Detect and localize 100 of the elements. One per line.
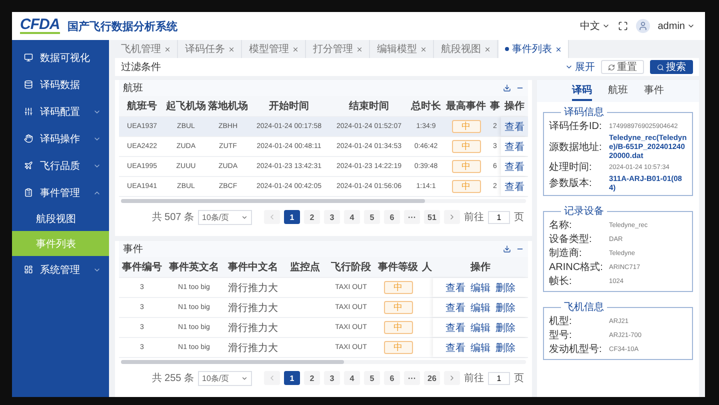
page-button[interactable]: 3 [324,210,340,224]
action-link[interactable]: 查看 [504,140,524,154]
detail-tab[interactable]: 航班 [608,81,628,101]
chevron-right-icon [448,374,456,382]
action-link[interactable]: 删除 [496,320,516,334]
page-button[interactable]: 2 [304,371,320,385]
page-button[interactable]: 2 [304,210,320,224]
close-icon[interactable] [292,46,299,52]
monitor-icon [24,53,33,62]
action-link[interactable]: 查看 [504,160,524,174]
sliders-icon [24,107,33,116]
reset-button[interactable]: 重置 [601,60,644,74]
chevron-left-icon [268,374,276,382]
page-button[interactable]: ··· [404,371,420,385]
page-size-select[interactable]: 10条/页 [198,370,252,386]
hand-icon [24,134,33,143]
column-header: 操作 [469,260,492,274]
field-label: 名称: [549,219,573,232]
page-button[interactable]: 3 [324,371,340,385]
column-header: 事件编号 [121,260,163,274]
column-header: 事件英文名 [168,260,220,274]
level-badge: 中 [384,301,412,314]
chevron-down-icon [565,63,573,71]
app-title: 国产飞行数据分析系统 [68,20,178,34]
filter-title: 过滤条件 [121,60,161,74]
page-button[interactable]: 6 [384,371,400,385]
page-button[interactable]: ··· [404,210,420,224]
action-link[interactable]: 编辑 [470,280,490,294]
user-dropdown[interactable]: admin [658,20,695,32]
sidebar-item[interactable]: 译码配置 [12,98,109,125]
sidebar-item[interactable]: 系统管理 [12,256,109,283]
action-link[interactable]: 查看 [504,180,524,194]
search-icon [657,64,664,70]
field-label: 发动机型号: [549,342,603,356]
close-icon[interactable] [555,46,562,52]
chevron-down-icon [602,22,610,30]
close-icon[interactable] [420,46,427,52]
table-cell-text: 滑行推力大 [227,302,279,314]
action-link[interactable]: 删除 [496,280,516,294]
page-button[interactable]: 1 [284,210,300,224]
action-link[interactable]: 删除 [496,300,516,314]
goto-page-input[interactable]: 1 [488,372,510,384]
field-label: 制造商: [549,246,583,260]
field-label: 机型: [549,314,573,328]
page-button[interactable]: 1 [284,371,300,385]
page-button[interactable]: 4 [344,210,360,224]
close-icon[interactable] [356,46,363,52]
download-icon[interactable] [503,245,511,253]
action-link[interactable]: 删除 [496,340,516,354]
horizontal-scrollbar[interactable] [121,199,526,203]
column-header: 最高事件 [445,99,487,113]
panel-title: 事件 [123,242,143,256]
sidebar-item[interactable]: 事件管理 [12,179,109,206]
action-link[interactable]: 查看 [504,120,524,134]
field-label: 源数据地址: [549,140,603,154]
sidebar-subitem[interactable]: 航段视图 [12,206,109,231]
download-icon[interactable] [503,84,511,92]
chevron-right-icon [448,213,456,221]
expand-button[interactable]: 展开 [565,60,595,74]
sidebar-item[interactable]: 译码数据 [12,71,109,98]
sidebar-item[interactable]: 飞行品质 [12,152,109,179]
page-button[interactable]: 5 [364,371,380,385]
column-header: 落地机场 [207,100,249,113]
page-button[interactable]: 51 [424,210,440,224]
dashboard-icon [24,265,33,274]
page-button[interactable]: 26 [424,371,440,385]
action-link[interactable]: 编辑 [470,340,490,354]
refresh-icon [608,64,615,70]
horizontal-scrollbar[interactable] [121,360,526,364]
page-button[interactable]: 5 [364,210,380,224]
search-button[interactable]: 搜索 [650,60,693,74]
close-icon[interactable] [164,46,171,52]
page-size-select[interactable]: 10条/页 [198,210,252,224]
page-button[interactable]: 4 [344,371,360,385]
sidebar-item[interactable]: 译码操作 [12,125,109,152]
action-link[interactable]: 编辑 [470,320,490,334]
page-button[interactable]: 6 [384,210,400,224]
detail-tab[interactable]: 事件 [644,81,664,101]
goto-label: 前往 [464,372,484,385]
fullscreen-icon[interactable] [618,21,628,31]
avatar-icon[interactable] [636,19,650,33]
goto-page-input[interactable]: 1 [488,210,510,224]
page-tab[interactable]: 事件列表 [499,40,569,58]
action-link[interactable]: 查看 [446,280,466,294]
action-link[interactable]: 查看 [446,340,466,354]
database-icon [24,80,33,89]
language-dropdown[interactable]: 中文 [580,19,610,33]
close-icon[interactable] [228,46,235,52]
chevron-left-icon [268,213,276,221]
action-link[interactable]: 编辑 [470,300,490,314]
detail-tab[interactable]: 译码 [572,81,592,101]
action-link[interactable]: 查看 [446,300,466,314]
level-badge: 中 [452,140,480,153]
goto-label: 前往 [464,210,484,224]
group-title: 记录设备 [563,205,605,218]
close-icon[interactable] [484,46,491,52]
group-title: 译码信息 [563,106,605,119]
column-header: 事 [489,100,501,113]
action-link[interactable]: 查看 [446,320,466,334]
sidebar-item[interactable]: 数据可视化 [12,44,109,71]
